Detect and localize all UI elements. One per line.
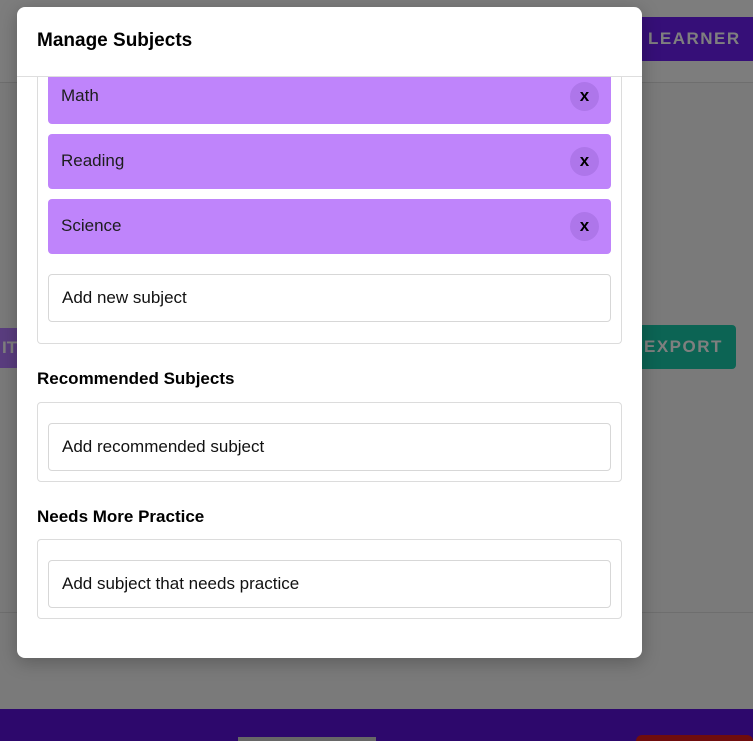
subject-chip-math: Math x xyxy=(48,77,611,124)
subjects-list: Math x Reading x Science x xyxy=(37,77,622,344)
subject-chip-reading: Reading x xyxy=(48,134,611,189)
remove-subject-button[interactable]: x xyxy=(570,147,599,176)
recommended-box xyxy=(37,402,622,482)
subject-label: Reading xyxy=(61,151,125,170)
manage-subjects-modal: Manage Subjects Math x Reading x Science… xyxy=(17,7,642,658)
recommended-subject-input[interactable] xyxy=(48,423,611,471)
needs-practice-heading: Needs More Practice xyxy=(37,507,205,526)
modal-header: Manage Subjects xyxy=(17,7,642,77)
remove-subject-button[interactable]: x xyxy=(570,212,599,241)
modal-title: Manage Subjects xyxy=(37,30,193,51)
remove-subject-button[interactable]: x xyxy=(570,82,599,111)
needs-practice-input[interactable] xyxy=(48,560,611,608)
add-subject-input[interactable] xyxy=(48,274,611,322)
subject-label: Science xyxy=(61,216,122,235)
needs-practice-box xyxy=(37,539,622,619)
recommended-heading: Recommended Subjects xyxy=(37,369,235,388)
subject-chip-science: Science x xyxy=(48,199,611,254)
subject-label: Math xyxy=(61,86,99,105)
